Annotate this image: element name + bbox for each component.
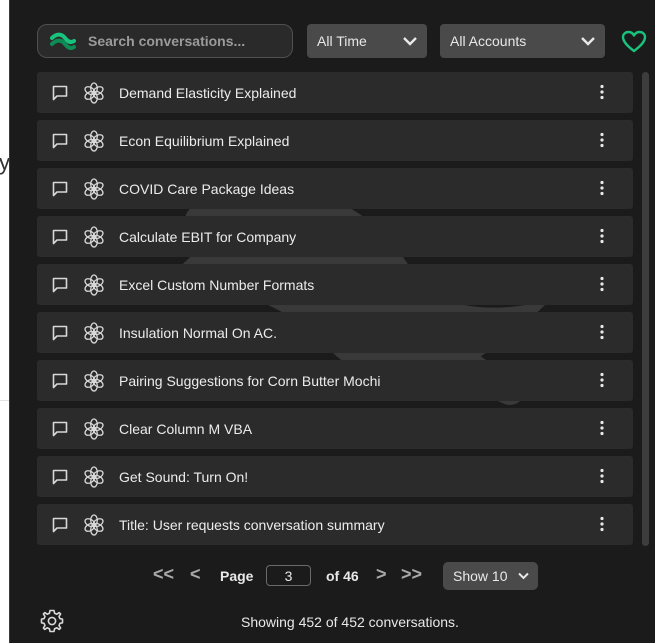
search-input[interactable]: Search conversations...: [88, 33, 245, 49]
chat-bubble-icon: [52, 421, 68, 436]
conversation-title: Calculate EBIT for Company: [119, 228, 297, 245]
conversation-row[interactable]: Get Sound: Turn On!: [37, 456, 633, 497]
last-page-button[interactable]: >>: [401, 564, 422, 585]
openai-icon: [84, 81, 104, 104]
accounts-filter-select[interactable]: All Accounts: [440, 24, 605, 58]
accounts-filter-value: All Accounts: [450, 33, 527, 49]
openai-icon: [84, 225, 104, 248]
page-label: Page: [220, 568, 254, 584]
conversation-title: Clear Column M VBA: [119, 420, 253, 437]
chat-bubble-icon: [52, 373, 68, 388]
conversation-title: Excel Custom Number Formats: [119, 276, 315, 293]
next-page-button[interactable]: >: [376, 564, 387, 585]
kebab-menu-icon[interactable]: [599, 468, 605, 484]
time-filter-value: All Time: [317, 33, 367, 49]
chat-bubble-icon: [52, 133, 68, 148]
conversation-row[interactable]: Pairing Suggestions for Corn Butter Moch…: [37, 360, 633, 401]
extension-logo-icon: [50, 32, 76, 50]
conversation-manager-panel: Search conversations... All Time All Acc…: [9, 0, 655, 643]
first-page-button[interactable]: <<: [153, 564, 174, 585]
chat-bubble-icon: [52, 517, 68, 532]
kebab-menu-icon[interactable]: [599, 180, 605, 196]
chat-bubble-icon: [52, 277, 68, 292]
background-app-edge: y: [0, 0, 10, 643]
search-box[interactable]: Search conversations...: [37, 24, 293, 58]
page-count-label: of 46: [326, 568, 359, 584]
kebab-menu-icon[interactable]: [599, 420, 605, 436]
conversation-title: COVID Care Package Ideas: [119, 180, 295, 197]
heart-icon[interactable]: [621, 30, 647, 54]
kebab-menu-icon[interactable]: [599, 516, 605, 532]
openai-icon: [84, 177, 104, 200]
conversation-title: Demand Elasticity Explained: [119, 84, 297, 101]
chat-bubble-icon: [52, 181, 68, 196]
openai-icon: [84, 273, 104, 296]
chat-bubble-icon: [52, 229, 68, 244]
prev-page-button[interactable]: <: [190, 564, 201, 585]
conversation-title: Title: User requests conversation summar…: [119, 516, 385, 533]
chat-bubble-icon: [52, 469, 68, 484]
conversation-row[interactable]: Demand Elasticity Explained: [37, 72, 633, 113]
page-size-select[interactable]: Show 10: [443, 562, 538, 590]
chat-bubble-icon: [52, 325, 68, 340]
openai-icon: [84, 465, 104, 488]
conversation-list: Demand Elasticity Explained Econ Equilibr…: [37, 72, 633, 552]
openai-icon: [84, 513, 104, 536]
conversation-row[interactable]: Econ Equilibrium Explained: [37, 120, 633, 161]
conversation-row[interactable]: COVID Care Package Ideas: [37, 168, 633, 209]
openai-icon: [84, 369, 104, 392]
gear-icon[interactable]: [40, 609, 64, 633]
chevron-down-icon: [403, 37, 417, 46]
conversation-count-status: Showing 452 of 452 conversations.: [241, 614, 459, 630]
page-number-input[interactable]: [266, 565, 311, 586]
kebab-menu-icon[interactable]: [599, 324, 605, 340]
conversation-title: Insulation Normal On AC.: [119, 324, 277, 341]
conversation-title: Econ Equilibrium Explained: [119, 132, 290, 149]
openai-icon: [84, 321, 104, 344]
conversation-title: Get Sound: Turn On!: [119, 468, 249, 485]
conversation-row[interactable]: Insulation Normal On AC.: [37, 312, 633, 353]
kebab-menu-icon[interactable]: [599, 228, 605, 244]
kebab-menu-icon[interactable]: [599, 84, 605, 100]
chat-bubble-icon: [52, 85, 68, 100]
kebab-menu-icon[interactable]: [599, 132, 605, 148]
kebab-menu-icon[interactable]: [599, 276, 605, 292]
conversation-row[interactable]: Title: User requests conversation summar…: [37, 504, 633, 545]
conversation-title: Pairing Suggestions for Corn Butter Moch…: [119, 372, 381, 389]
scrollbar[interactable]: [642, 72, 649, 546]
background-divider: [0, 400, 9, 401]
chevron-down-icon: [518, 572, 530, 580]
conversation-row[interactable]: Excel Custom Number Formats: [37, 264, 633, 305]
toolbar: Search conversations... All Time All Acc…: [10, 0, 655, 66]
page-size-label: Show 10: [453, 568, 508, 584]
conversation-row[interactable]: Calculate EBIT for Company: [37, 216, 633, 257]
time-filter-select[interactable]: All Time: [307, 24, 427, 58]
kebab-menu-icon[interactable]: [599, 372, 605, 388]
openai-icon: [84, 417, 104, 440]
chevron-down-icon: [581, 37, 595, 46]
conversation-row[interactable]: Clear Column M VBA: [37, 408, 633, 449]
openai-icon: [84, 129, 104, 152]
pagination: << < Page of 46 > >> Show 10: [10, 562, 655, 590]
